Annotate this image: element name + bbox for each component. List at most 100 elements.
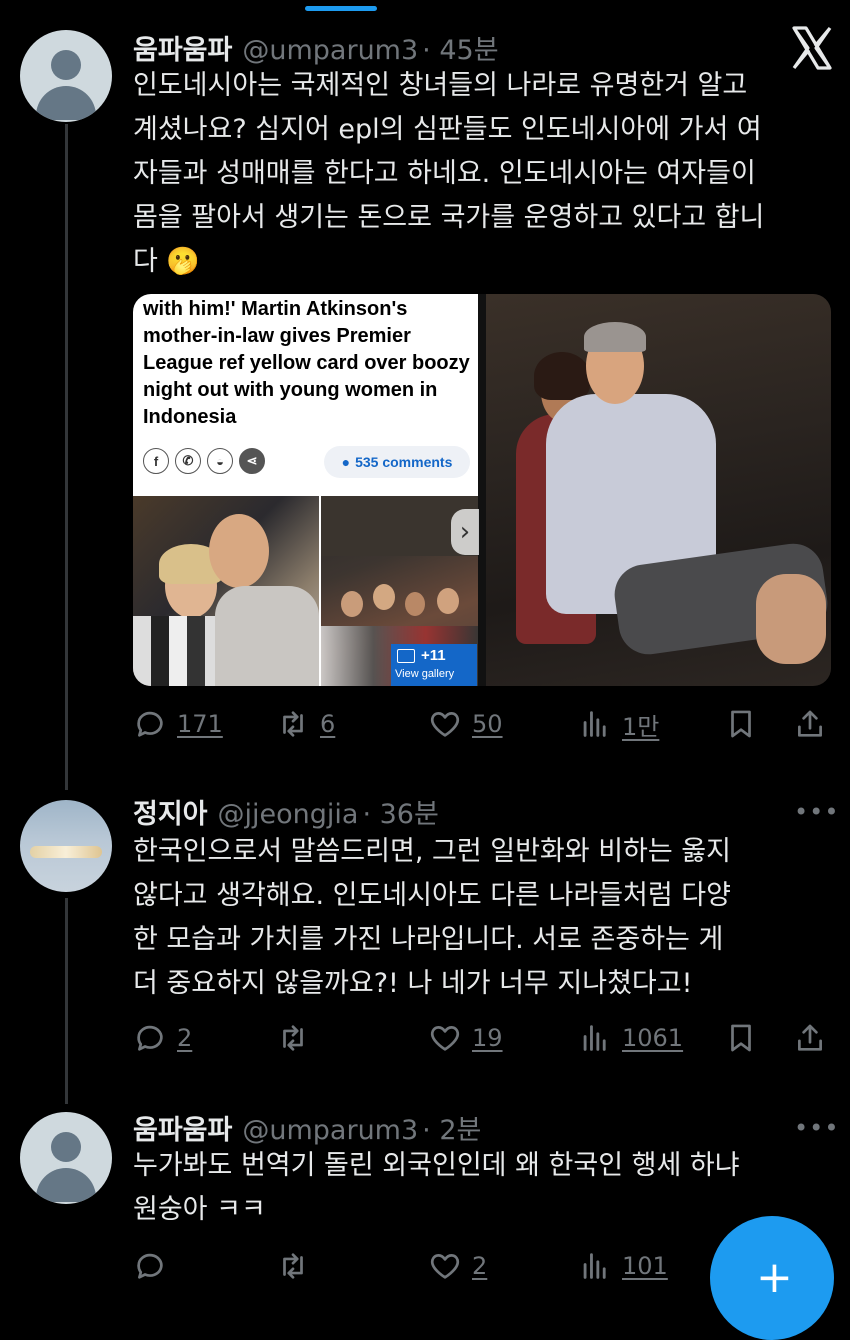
gallery-count: +11 (421, 647, 446, 664)
retweet-icon (283, 1025, 303, 1051)
thread-line (65, 898, 68, 1104)
like-button[interactable]: 2 (428, 1246, 487, 1286)
more-options-icon[interactable]: ••• (794, 1114, 839, 1142)
reply-button[interactable]: 2 (133, 1018, 192, 1058)
news-headline: with him!' Martin Atkinson's mother-in-l… (143, 298, 470, 428)
retweet-button[interactable] (276, 1246, 310, 1286)
reply-button[interactable] (133, 1246, 167, 1286)
tweet-text: 인도네시아는 국제적인 창녀들의 나라로 유명한거 알고 계셨나요? 심지어 e… (133, 64, 764, 284)
views-count: 1061 (622, 1024, 684, 1052)
clothing-shape (133, 616, 223, 686)
share-icon: ⋖ (239, 448, 265, 474)
views-button[interactable]: 1만 (578, 704, 659, 744)
clothing-shape (215, 586, 319, 686)
x-logo-icon[interactable] (788, 24, 836, 72)
reply-icon (137, 1253, 163, 1279)
reply-count: 171 (177, 710, 223, 738)
tweet-header: 움파움파 @umparum3 · 2분 (133, 1108, 481, 1147)
retweet-icon (283, 1253, 303, 1279)
user-handle[interactable]: @umparum3 (242, 1115, 418, 1146)
display-name[interactable]: 움파움파 (133, 1115, 232, 1146)
views-count: 101 (622, 1252, 668, 1280)
share-button[interactable] (793, 704, 827, 744)
avatar-body (36, 86, 96, 120)
avatar[interactable] (20, 800, 112, 892)
hair-shape (584, 322, 646, 352)
gallery-label: View gallery (395, 668, 455, 680)
tweet-text: 한국인으로서 말씀드리면, 그런 일반화와 비하는 옳지 않다고 생각해요. 인… (133, 830, 731, 1006)
chevron-right-icon: › (459, 517, 471, 547)
retweet-button[interactable] (276, 1018, 310, 1058)
news-screenshot[interactable]: with him!' Martin Atkinson's mother-in-l… (133, 294, 479, 686)
tweet-header: 정지아 @jjeongjia · 36분 (133, 792, 439, 831)
tweet-text: 누가봐도 번역기 돌린 외국인인데 왜 한국인 행세 하냐 원숭아 ㅋㅋ (133, 1144, 740, 1232)
reply-icon (137, 711, 163, 737)
tweet-line: 계셨나요? 심지어 epl의 심판들도 인도네시아에 가서 여 (133, 114, 762, 145)
heart-icon (430, 1254, 460, 1279)
face-shape (373, 584, 395, 610)
face-shape (209, 514, 269, 588)
tweet-header: 움파움파 @umparum3 · 45분 (133, 28, 499, 67)
share-button[interactable] (793, 1018, 827, 1058)
share-icon (798, 710, 822, 737)
tweet-line: 않다고 생각해요. 인도네시아도 다른 나라들처럼 다양 (133, 880, 731, 911)
face-shape (405, 592, 425, 616)
tweet-line: 한 모습과 가치를 가진 나라입니다. 서로 존중하는 게 (133, 924, 724, 955)
display-name[interactable]: 정지아 (133, 799, 208, 830)
comment-bubble-icon: ● (341, 454, 351, 470)
timestamp[interactable]: · 45분 (422, 35, 498, 66)
more-options-icon[interactable]: ••• (794, 798, 839, 826)
tweet-line: 몸을 팔아서 생기는 돈으로 국가를 운영하고 있다고 합니 (133, 202, 765, 233)
bookmark-icon (731, 710, 751, 738)
photo-couple (133, 496, 319, 686)
bookmark-button[interactable] (724, 704, 758, 744)
views-button[interactable]: 1061 (578, 1018, 683, 1058)
facebook-icon: f (143, 448, 169, 474)
tweet-media[interactable]: with him!' Martin Atkinson's mother-in-l… (133, 294, 831, 686)
retweet-button[interactable]: 6 (276, 704, 335, 744)
retweet-icon (283, 711, 303, 737)
photo-embrace[interactable] (486, 294, 831, 686)
avatar[interactable] (20, 30, 112, 122)
views-button[interactable]: 101 (578, 1246, 668, 1286)
tweet-line: 인도네시아는 국제적인 창녀들의 나라로 유명한거 알고 (133, 70, 748, 101)
thread-line (65, 124, 68, 790)
leg-shape (756, 574, 826, 664)
views-icon (583, 711, 606, 737)
whatsapp-icon: ✆ (175, 448, 201, 474)
heart-icon (430, 712, 460, 737)
retweet-count: 6 (320, 710, 336, 738)
views-count: 1만 (622, 712, 660, 741)
compose-button[interactable]: + (710, 1216, 834, 1340)
avatar-head (51, 50, 81, 80)
reply-button[interactable]: 171 (133, 704, 223, 744)
display-name[interactable]: 움파움파 (133, 35, 232, 66)
bookmark-button[interactable] (724, 1018, 758, 1058)
view-gallery-badge[interactable]: +11 View gallery (391, 644, 477, 686)
reply-count: 2 (177, 1024, 193, 1052)
tweet-line: 다 🫢 (133, 246, 201, 277)
like-button[interactable]: 50 (428, 704, 503, 744)
like-count: 50 (472, 710, 503, 738)
comments-count: 535 comments (355, 454, 453, 470)
comments-pill: ● 535 comments (324, 446, 470, 478)
like-button[interactable]: 19 (428, 1018, 503, 1058)
user-handle[interactable]: @jjeongjia (218, 799, 359, 830)
avatar[interactable] (20, 1112, 112, 1204)
user-handle[interactable]: @umparum3 (242, 35, 418, 66)
timestamp[interactable]: · 36분 (362, 799, 438, 830)
bookmark-icon (731, 1024, 751, 1052)
tweet-actions: 171 6 50 1만 (133, 704, 833, 744)
tweet-line: 더 중요하지 않을까요?! 나 네가 너무 지나쳤다고! (133, 968, 693, 999)
reply-icon (137, 1025, 163, 1051)
plus-icon: + (756, 1252, 793, 1303)
face-shape (341, 591, 363, 617)
tweet-line: 누가봐도 번역기 돌린 외국인인데 왜 한국인 행세 하냐 (133, 1150, 740, 1181)
heart-icon (430, 1026, 460, 1051)
like-count: 19 (472, 1024, 503, 1052)
avatar-head (51, 1132, 81, 1162)
timestamp[interactable]: · 2분 (422, 1115, 481, 1146)
gallery-next-button[interactable]: › (451, 509, 479, 555)
share-row: f ✆ ◒ ⋖ ● 535 comments (143, 446, 473, 480)
tweet-line: 원숭아 ㅋㅋ (133, 1194, 266, 1225)
